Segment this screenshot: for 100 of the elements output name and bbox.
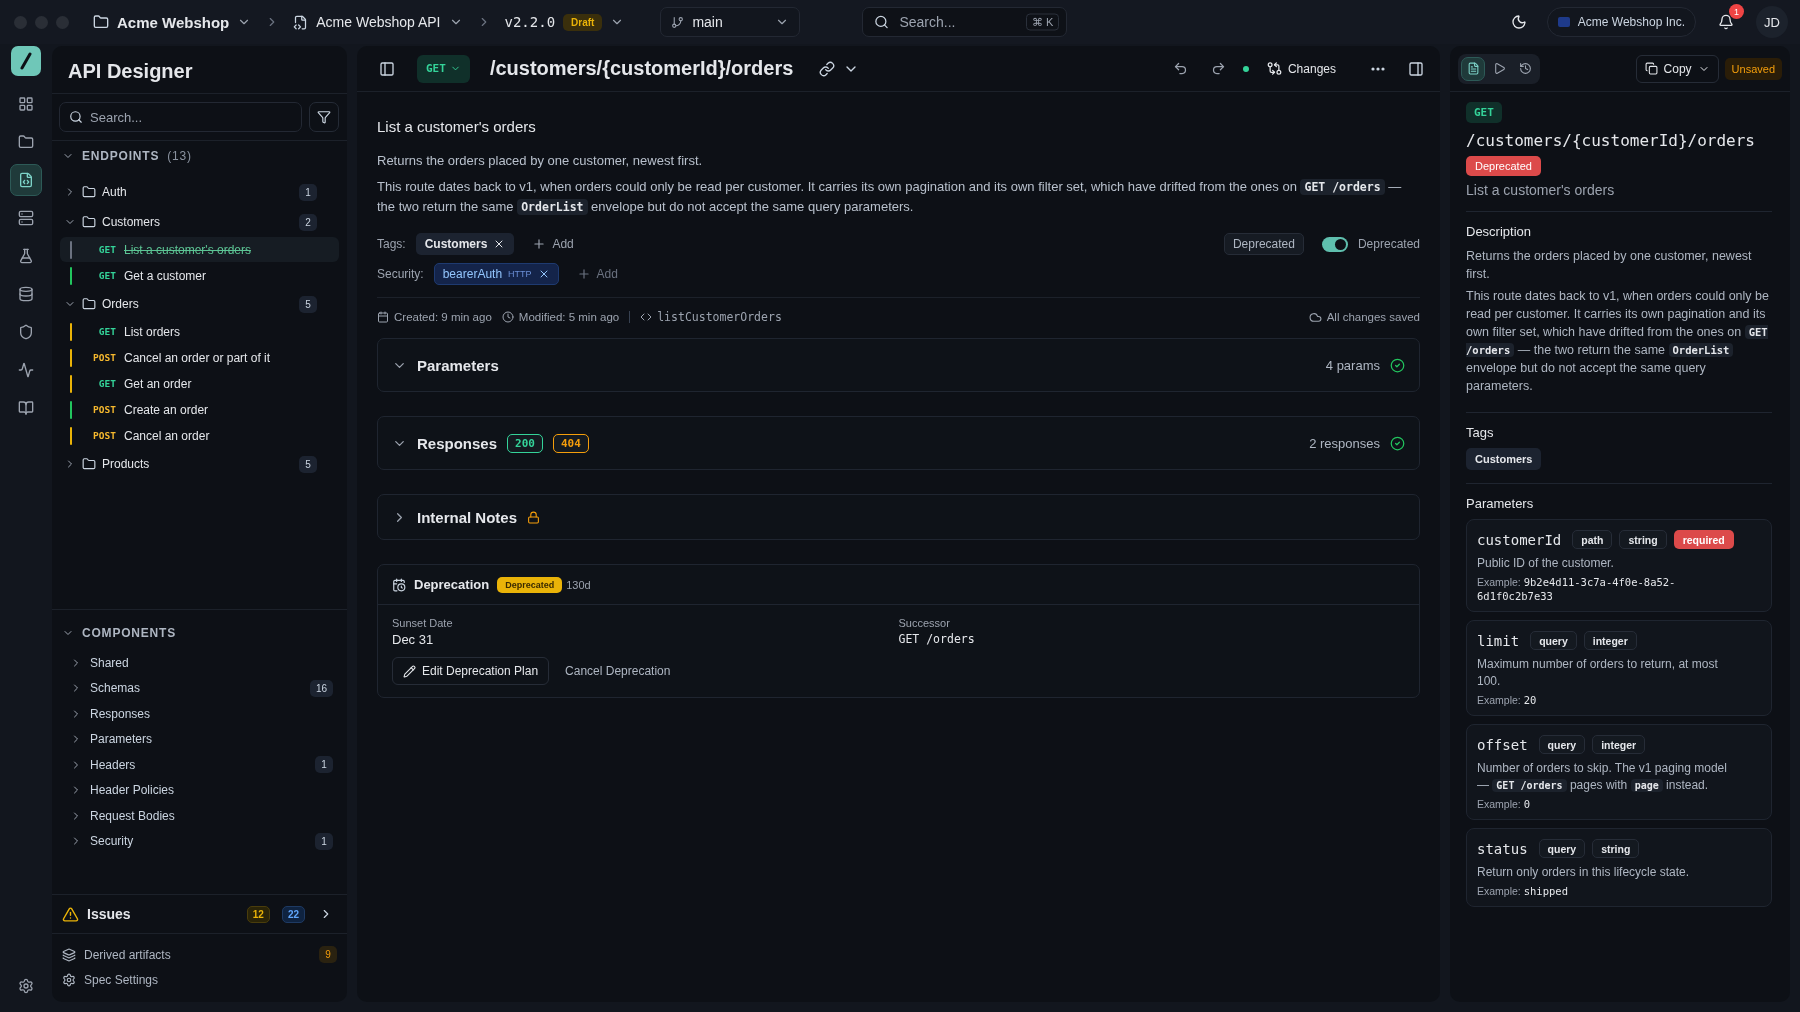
issues-bar[interactable]: Issues 12 22	[52, 894, 347, 934]
endpoint-item[interactable]: GET Get an order	[60, 371, 339, 396]
security-label: Security:	[377, 267, 424, 281]
cancel-deprecation-button[interactable]: Cancel Deprecation	[557, 657, 679, 685]
play-icon	[1492, 62, 1506, 75]
endpoint-item[interactable]: POST Create an order	[60, 397, 339, 422]
component-group[interactable]: Shared	[60, 650, 339, 676]
component-group[interactable]: Security 1	[60, 828, 339, 854]
folder-row[interactable]: Auth 1	[60, 177, 339, 207]
draft-badge: Draft	[563, 13, 603, 31]
filter-button[interactable]	[309, 102, 339, 132]
status-badge: Deprecated	[1223, 233, 1304, 255]
document-tab[interactable]	[1461, 56, 1485, 81]
status-code-badge: 200	[507, 433, 543, 453]
parameter-name: status	[1477, 840, 1528, 857]
section-summary: 4 params	[1325, 357, 1380, 373]
parameter-description: Number of orders to skip. The v1 paging model — GET /orders pages with page instead.	[1477, 760, 1728, 794]
tag-chip: Customers	[1466, 448, 1542, 470]
endpoint-item[interactable]: GET Get a customer	[60, 263, 339, 288]
warning-icon	[62, 905, 79, 923]
code-icon	[640, 311, 653, 323]
section-heading: Description	[1466, 224, 1533, 239]
location-chip: query	[1538, 735, 1586, 754]
modified-time: Modified: 5 min ago	[518, 311, 620, 323]
parameter-name: limit	[1477, 632, 1520, 649]
component-group[interactable]: Headers 1	[60, 752, 339, 778]
plus-icon	[576, 267, 591, 281]
method-label: GET	[97, 326, 116, 337]
endpoint-item[interactable]: GET List orders	[60, 319, 339, 344]
card-title: Deprecation	[414, 577, 490, 592]
endpoint-item[interactable]: POST Cancel an order or part of it	[60, 345, 339, 370]
endpoint-name: List orders	[124, 324, 181, 339]
copy-button[interactable]: Copy	[1635, 54, 1719, 83]
section-header[interactable]: Internal Notes	[378, 495, 1419, 539]
notification-count: 1	[1729, 4, 1744, 19]
app-logo[interactable]	[11, 46, 41, 76]
folder-row[interactable]: Customers 2	[60, 207, 339, 237]
required-badge: required	[1673, 530, 1734, 549]
link-label: Spec Settings	[84, 972, 159, 987]
search-field[interactable]: Search...	[59, 102, 302, 132]
method-dropdown[interactable]: GET	[417, 54, 470, 83]
section-header[interactable]: Parameters 4 params	[378, 339, 1419, 391]
folder-icon	[82, 457, 96, 471]
sidebar-link[interactable]: Spec Settings	[52, 967, 347, 992]
sidebar-link[interactable]: Derived artifacts 9	[52, 942, 347, 967]
shortcut-hint: ⌘ K	[1026, 13, 1060, 31]
endpoint-item[interactable]: POST Cancel an order	[60, 423, 339, 448]
group-name: Request Bodies	[90, 808, 175, 823]
security-chip[interactable]: bearerAuth HTTP	[433, 263, 559, 285]
group-name: Parameters	[90, 732, 153, 747]
section-summary: 2 responses	[1309, 435, 1380, 451]
group-name: Shared	[90, 655, 129, 670]
version-menu[interactable]: v2.2.0 Draft	[498, 9, 631, 35]
folder-icon	[82, 215, 96, 229]
code-file-icon	[293, 14, 309, 30]
location-chip: query	[1538, 839, 1586, 858]
parameter-example: Example: 20	[1477, 693, 1538, 707]
type-chip: integer	[1583, 631, 1637, 650]
component-group[interactable]: Schemas 16	[60, 675, 339, 701]
group-name: Security	[90, 834, 134, 849]
workspace-menu[interactable]: Acme Webshop	[87, 9, 258, 35]
section-heading: Parameters	[1466, 496, 1535, 511]
endpoint-summary: List a customer's orders	[377, 118, 537, 135]
changes-button[interactable]: Changes	[1258, 54, 1344, 83]
flask-icon	[18, 248, 34, 264]
endpoint-name: Cancel an order or part of it	[124, 350, 271, 365]
clock-icon	[501, 311, 514, 323]
user-avatar[interactable]: JD	[1756, 6, 1788, 38]
type-chip: string	[1619, 530, 1667, 549]
component-group[interactable]: Header Policies	[60, 777, 339, 803]
add-tag-button[interactable]: Add	[524, 230, 582, 258]
code-file-nav-button[interactable]	[10, 164, 42, 196]
components-section-header[interactable]: COMPONENTS	[52, 618, 186, 650]
parameter-description: Maximum number of orders to return, at most 100.	[1477, 656, 1719, 690]
component-group[interactable]: Responses	[60, 701, 339, 727]
group-name: Header Policies	[90, 783, 175, 798]
deprecated-toggle[interactable]	[1321, 236, 1348, 252]
sidebar-title: API Designer	[52, 46, 347, 94]
add-security-button[interactable]: Add	[568, 260, 626, 288]
toggle-label: Deprecated	[1357, 237, 1420, 251]
folder-row[interactable]: Orders 5	[60, 289, 339, 319]
folder-name: Auth	[102, 185, 127, 199]
component-group[interactable]: Request Bodies	[60, 803, 339, 829]
endpoints-section-header[interactable]: ENDPOINTS (13)	[52, 141, 202, 173]
tag-chip[interactable]: Customers	[415, 233, 515, 255]
parameter-name: offset	[1477, 736, 1528, 753]
pencil-icon	[403, 664, 416, 678]
endpoint-item[interactable]: GET List a customer's orders	[60, 237, 339, 262]
component-group[interactable]: Parameters	[60, 726, 339, 752]
edit-plan-button[interactable]: Edit Deprecation Plan	[392, 657, 550, 685]
folder-row[interactable]: Products 5	[60, 449, 339, 479]
method-label: POST	[92, 404, 116, 415]
section-heading: Tags	[1466, 425, 1495, 440]
status-badge: Deprecated	[1466, 156, 1541, 176]
organization-switcher[interactable]: Acme Webshop Inc.	[1546, 7, 1696, 37]
project-menu[interactable]: Acme Webshop API	[287, 10, 469, 34]
book-icon	[18, 400, 34, 416]
section-header[interactable]: Responses 200 404 2 responses	[378, 417, 1419, 469]
branch-dropdown[interactable]: main	[660, 7, 801, 37]
history-icon	[1518, 62, 1532, 75]
